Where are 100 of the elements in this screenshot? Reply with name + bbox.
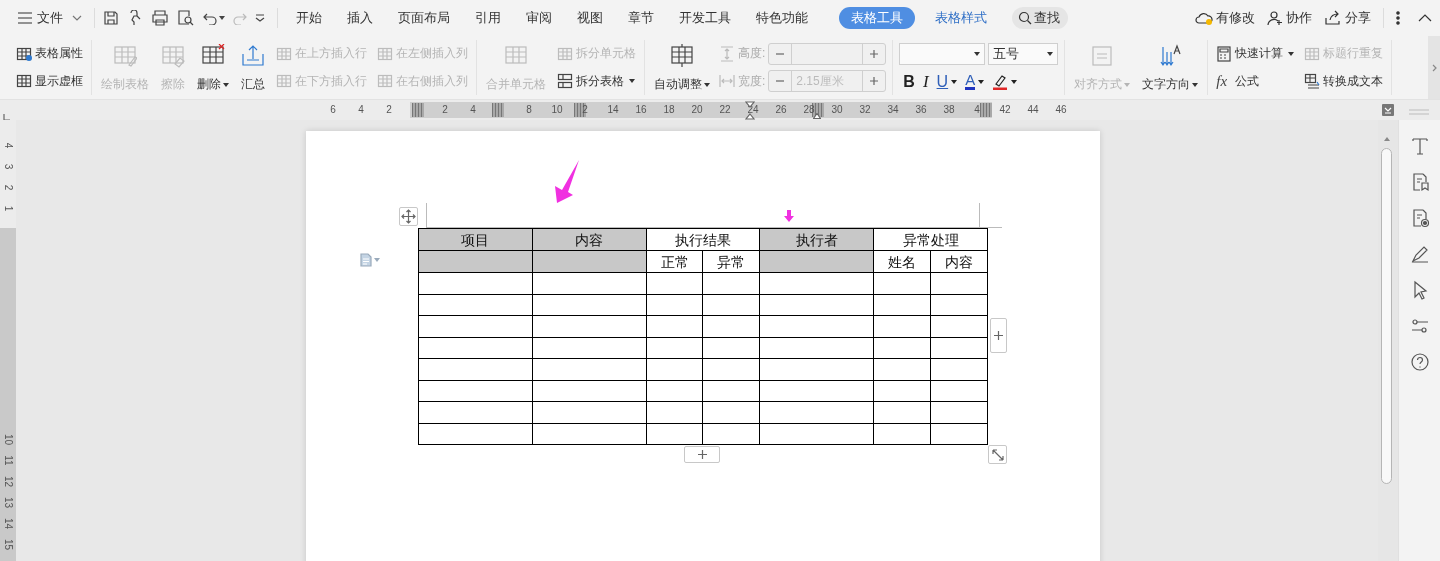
customize-button[interactable] — [255, 14, 265, 22]
ribbon-tab[interactable]: 页面布局 — [386, 7, 462, 29]
table-cell: 正常 — [646, 250, 703, 273]
column-marker[interactable] — [412, 103, 424, 117]
more-button[interactable] — [1396, 11, 1400, 25]
ribbon-tab[interactable]: 插入 — [335, 7, 385, 29]
ruler-number: 44 — [1027, 104, 1039, 115]
preview-button[interactable] — [177, 10, 195, 26]
undo-button[interactable] — [203, 11, 225, 25]
print-button[interactable] — [151, 10, 169, 26]
ruler-number: 10 — [551, 104, 563, 115]
font-name-field[interactable] — [899, 43, 986, 66]
convert-text-icon — [1304, 73, 1321, 90]
toolbar-link[interactable]: 分享 — [1324, 9, 1371, 27]
add-column-button[interactable] — [990, 318, 1007, 353]
ribbon-button[interactable]: 文字方向 — [1139, 40, 1202, 95]
ruler-number: 2 — [582, 104, 588, 115]
scroll-up-icon — [1384, 137, 1390, 141]
column-marker[interactable] — [492, 103, 504, 117]
table-cell: 项目 — [418, 228, 533, 251]
tray-arrow-icon — [241, 44, 265, 68]
ribbon-tab[interactable]: 章节 — [616, 7, 666, 29]
ribbon-button[interactable]: 表格属性 — [14, 43, 85, 65]
search-button[interactable]: 查找 — [1012, 7, 1068, 29]
column-marker[interactable] — [980, 103, 992, 117]
resize-handle[interactable] — [988, 445, 1007, 464]
ribbon-tab[interactable]: 开发工具 — [667, 7, 743, 29]
row-height-icon — [719, 45, 735, 62]
plus-icon — [869, 76, 880, 87]
undo-icon — [203, 11, 217, 25]
ruler-number: 18 — [663, 104, 675, 115]
ribbon-button[interactable]: 拆分表格 — [555, 70, 638, 92]
field-value: 五号 — [993, 45, 1020, 64]
font-color-button[interactable]: A — [965, 73, 985, 91]
ruler-number: 11 — [2, 454, 14, 468]
chevron-right-icon — [1431, 63, 1437, 72]
sidebar-button[interactable] — [1409, 316, 1430, 336]
ribbon-button[interactable]: 快速计算 — [1214, 43, 1297, 65]
help-icon — [1409, 352, 1430, 372]
ruler-number: 46 — [1055, 104, 1067, 115]
add-person-icon — [1267, 10, 1283, 26]
add-row-button[interactable] — [684, 446, 720, 463]
table-cell: 异常 — [703, 250, 760, 273]
ribbon-button[interactable]: 删除 — [194, 40, 232, 95]
toolbar-link[interactable]: 有修改 — [1195, 9, 1255, 27]
ruler-number: 1 — [2, 204, 14, 214]
highlight-button[interactable] — [992, 73, 1018, 90]
sidebar-button[interactable] — [1409, 244, 1430, 264]
font-size-field[interactable]: 五号 — [988, 43, 1059, 66]
caret-icon — [1011, 79, 1018, 84]
ruler-number: 14 — [607, 104, 619, 115]
chevron-up-icon — [1418, 14, 1432, 22]
sidebar-button[interactable] — [1409, 136, 1430, 156]
ruler-number: 12 — [2, 474, 14, 490]
field-label: 宽度: — [738, 72, 766, 90]
insert-column-icon — [377, 45, 393, 62]
ribbon-tab[interactable]: 开始 — [284, 7, 334, 29]
split-cells-icon — [557, 45, 573, 62]
column-marker[interactable] — [812, 103, 824, 117]
collapse-button[interactable] — [1418, 14, 1432, 22]
plus-icon — [697, 450, 707, 459]
ruler-number: 16 — [635, 104, 647, 115]
caret-icon — [974, 52, 981, 57]
italic-button[interactable]: I — [922, 71, 929, 92]
text-direction-icon — [1158, 44, 1183, 68]
ribbon-button[interactable]: 显示虚框 — [14, 70, 85, 92]
ribbon-button[interactable]: 自动调整 — [651, 40, 713, 95]
bold-button[interactable]: B — [903, 72, 915, 91]
ribbon-button[interactable]: 汇总 — [238, 40, 268, 95]
plus-icon — [869, 48, 880, 59]
ruler-number: 34 — [887, 104, 899, 115]
ribbon-tab[interactable]: 审阅 — [514, 7, 564, 29]
ruler-number: 4 — [2, 141, 14, 151]
table-pencil-icon — [113, 44, 137, 68]
ruler-number: 30 — [831, 104, 843, 115]
ribbon-button[interactable]: 转换成文本 — [1302, 70, 1386, 92]
ruler-toggle-button[interactable] — [1382, 104, 1394, 116]
ribbon-tab[interactable]: 表格样式 — [923, 7, 999, 29]
ruler-number: 22 — [719, 104, 731, 115]
ruler-number: 4 — [470, 104, 476, 115]
scrollbar-thumb[interactable] — [1381, 148, 1392, 484]
toolbar-link[interactable]: 协作 — [1267, 9, 1312, 27]
table-cell: 执行者 — [759, 228, 874, 251]
document-icon — [360, 253, 372, 267]
table-cell: 内容 — [930, 250, 988, 273]
move-icon — [401, 209, 416, 224]
save-button[interactable] — [103, 10, 119, 26]
file-menu[interactable]: 文件 — [14, 7, 86, 29]
column-marker[interactable] — [574, 103, 586, 117]
ruler-number: 32 — [859, 104, 871, 115]
align-icon — [1090, 44, 1115, 68]
move-handle[interactable] — [399, 207, 418, 226]
ribbon-tab[interactable]: 特色功能 — [744, 7, 820, 29]
ribbon-button[interactable]: fx 公式 — [1214, 70, 1297, 92]
ruler-number: 2 — [442, 104, 448, 115]
sidebar-button[interactable] — [1409, 352, 1430, 372]
ribbon-tab[interactable]: 引用 — [463, 7, 513, 29]
caret-icon — [978, 79, 985, 84]
underline-button[interactable]: U — [936, 72, 958, 91]
ribbon-tab[interactable]: 视图 — [565, 7, 615, 29]
